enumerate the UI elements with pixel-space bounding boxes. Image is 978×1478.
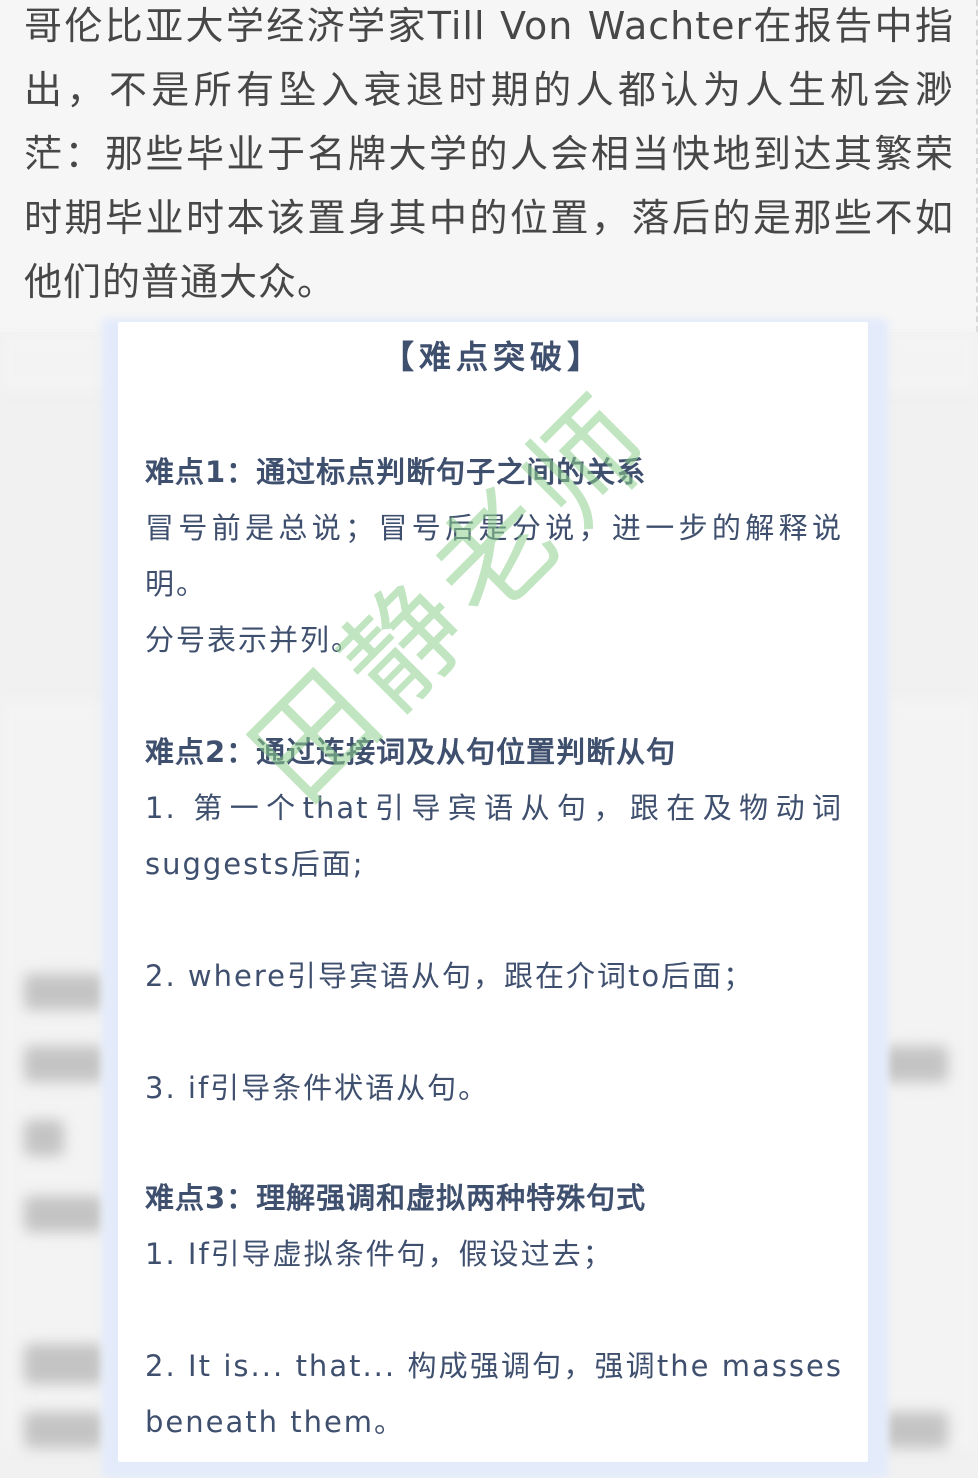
difficulty-section-1: 难点1：通过标点判断句子之间的关系 冒号前是总说；冒号后是分说，进一步的解释说 … (145, 450, 843, 668)
section-line: 明。 (145, 567, 208, 601)
section-line: 1. If引导虚拟条件句，假设过去； (145, 1237, 614, 1271)
background-blur-block (24, 1046, 104, 1082)
section-line: 2. It is... that... 构成强调句，强调the masses (145, 1349, 843, 1383)
section-heading: 难点1：通过标点判断句子之间的关系 (145, 455, 647, 489)
background-blur-block (884, 1046, 948, 1082)
background-blur-block (24, 1344, 104, 1384)
section-heading: 难点3：理解强调和虚拟两种特殊句式 (145, 1181, 647, 1215)
difficulty-card: 【难点突破】 难点1：通过标点判断句子之间的关系 冒号前是总说；冒号后是分说，进… (128, 328, 858, 1458)
section-line: 2. where引导宾语从句，跟在介词to后面； (145, 959, 755, 993)
background-blur-block (24, 1196, 104, 1232)
difficulty-section-3: 难点3：理解强调和虚拟两种特殊句式 1. If引导虚拟条件句，假设过去； 2. … (145, 1176, 843, 1450)
background-blur-block (24, 1120, 64, 1156)
passage-excerpt: 哥伦比亚大学经济学家Till Von Wachter在报告中指出，不是所有坠入衰… (0, 0, 978, 332)
difficulty-section-2: 难点2：通过连接词及从句位置判断从句 1. 第一个that引导宾语从句，跟在及物… (145, 730, 843, 1116)
section-line: 3. if引导条件状语从句。 (145, 1071, 490, 1105)
background-blur-block (24, 1412, 104, 1448)
section-line: 1. 第一个that引导宾语从句，跟在及物动词 (145, 791, 843, 825)
passage-text: 哥伦比亚大学经济学家Till Von Wachter在报告中指出，不是所有坠入衰… (24, 4, 954, 304)
background-blur-block (24, 974, 104, 1010)
section-line: beneath them。 (145, 1405, 406, 1439)
section-line: 分号表示并列。 (145, 623, 363, 657)
background-blur-block (884, 1412, 948, 1448)
section-line: suggests后面; (145, 847, 365, 881)
section-heading: 难点2：通过连接词及从句位置判断从句 (145, 735, 677, 769)
card-title: 【难点突破】 (381, 338, 604, 376)
section-line: 冒号前是总说；冒号后是分说，进一步的解释说 (145, 511, 843, 545)
